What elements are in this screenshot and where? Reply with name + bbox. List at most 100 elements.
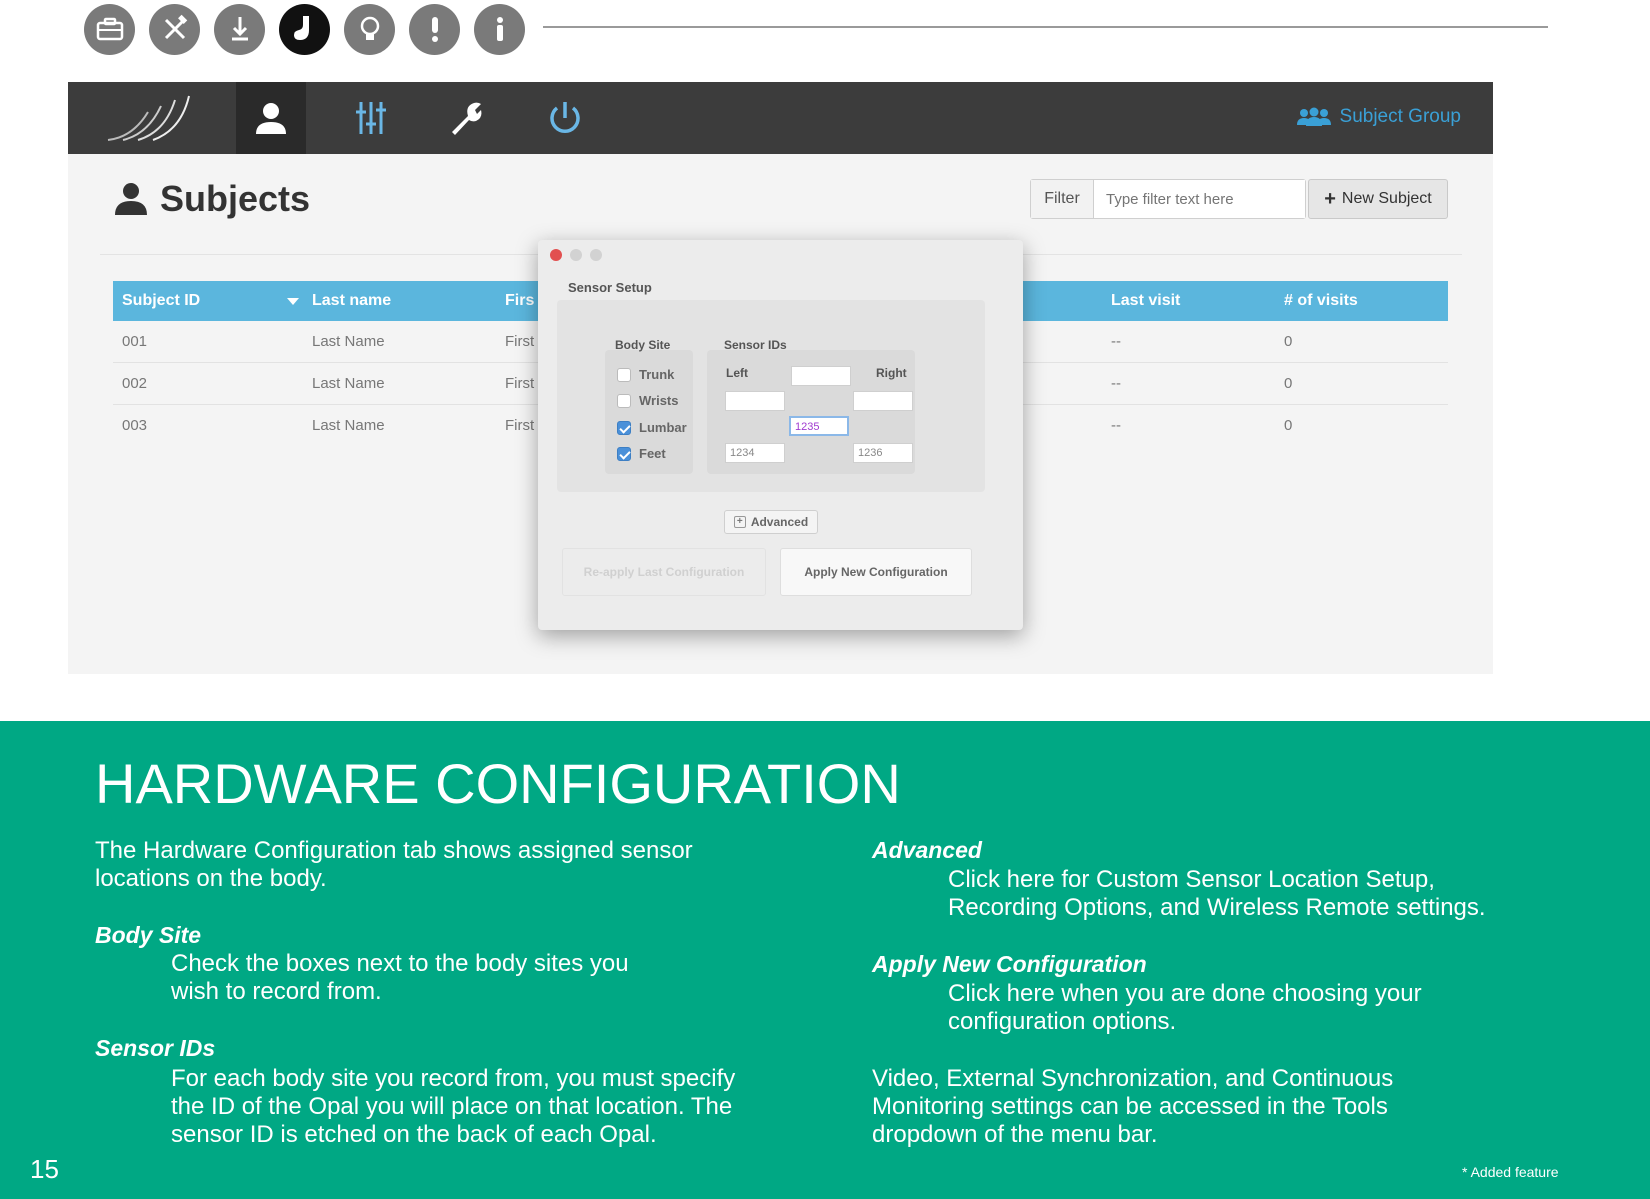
body-site-heading: Body Site (95, 922, 202, 948)
cell-visits: 0 (1284, 375, 1293, 392)
warning-icon (409, 3, 460, 55)
body-site-feet[interactable]: Feet (617, 446, 666, 461)
header-visits[interactable]: # of visits (1284, 292, 1358, 310)
sensor-id-right-wrist[interactable] (853, 391, 913, 411)
section-title: HARDWARE CONFIGURATION (95, 752, 901, 815)
download-icon (214, 3, 265, 55)
sensor-id-left-wrist[interactable] (725, 391, 785, 411)
sensor-ids-line-1: For each body site you record from, you … (171, 1065, 736, 1092)
checkbox[interactable] (617, 393, 631, 408)
advanced-label: Advanced (750, 515, 809, 529)
zoom-window-button[interactable] (590, 249, 602, 261)
sensor-id-trunk[interactable] (791, 366, 851, 386)
power-icon (550, 102, 580, 133)
checkbox-label: Lumbar (639, 420, 687, 435)
new-subject-button[interactable]: + New Subject (1308, 179, 1448, 219)
intro-line-1: The Hardware Configuration tab shows ass… (95, 837, 693, 864)
strip-divider (543, 26, 1548, 28)
advanced-heading: Advanced (872, 837, 982, 863)
wrench-icon (452, 102, 482, 135)
page-title: Subjects (112, 178, 310, 220)
app-screenshot: Subject Group Subjects Filter + New Subj… (68, 82, 1493, 674)
cell-last-visit: -- (1111, 333, 1121, 350)
info-icon (474, 3, 525, 55)
sock-icon (279, 3, 330, 55)
right-column-label: Right (876, 366, 907, 380)
apply-line-1: Click here when you are done choosing yo… (948, 980, 1422, 1007)
dialog-title: Sensor Setup (568, 280, 652, 295)
nav-hardware-configuration[interactable] (336, 82, 406, 154)
apply-line-2: configuration options. (948, 1008, 1177, 1035)
cell-visits: 0 (1284, 417, 1293, 434)
filter-label: Filter (1031, 180, 1094, 218)
cell-first-name: First (505, 333, 535, 350)
header-first-name[interactable]: Firs (505, 292, 534, 310)
checkbox[interactable] (617, 446, 631, 461)
cell-first-name: First (505, 375, 535, 392)
advanced-line-1: Click here for Custom Sensor Location Se… (948, 866, 1435, 893)
checkbox-label: Wrists (639, 393, 679, 408)
footnote: * Added feature (1462, 1164, 1559, 1180)
cell-subject-id: 002 (122, 375, 148, 392)
cell-last-visit: -- (1111, 375, 1121, 392)
advanced-button[interactable]: + Advanced (724, 510, 818, 534)
cell-subject-id: 001 (122, 333, 148, 350)
lightbulb-icon (344, 3, 395, 55)
plus-icon: + (733, 516, 746, 528)
app-nav-bar: Subject Group (68, 82, 1493, 154)
sort-caret-icon[interactable] (287, 298, 299, 305)
sensor-id-lumbar[interactable]: 1235 (789, 416, 849, 436)
sensor-ids-line-3: sensor ID is etched on the back of each … (171, 1121, 657, 1148)
sensor-id-left-foot[interactable]: 1234 (725, 443, 785, 463)
nav-subjects[interactable] (236, 82, 306, 154)
body-site-wrists[interactable]: Wrists (617, 393, 679, 408)
sensor-setup-dialog: Sensor Setup Body Site Trunk Wrists Lumb… (538, 240, 1023, 630)
body-site-line-2: wish to record from. (171, 978, 382, 1005)
apply-heading: Apply New Configuration (872, 951, 1147, 977)
body-site-lumbar[interactable]: Lumbar (617, 420, 687, 435)
sensor-ids-heading: Sensor IDs (95, 1035, 216, 1061)
header-last-visit[interactable]: Last visit (1111, 292, 1180, 310)
checkbox[interactable] (617, 367, 631, 382)
subject-group-link[interactable]: Subject Group (1296, 106, 1461, 128)
cell-last-name: Last Name (312, 375, 385, 392)
video-line-3: dropdown of the menu bar. (872, 1121, 1158, 1148)
sliders-icon (356, 102, 386, 134)
apply-new-configuration-button[interactable]: Apply New Configuration (780, 548, 972, 596)
header-last-name[interactable]: Last name (312, 292, 391, 310)
sensor-ids-label: Sensor IDs (724, 338, 787, 352)
app-logo-icon (107, 95, 190, 141)
group-icon (1296, 107, 1331, 126)
briefcase-icon (84, 3, 135, 55)
close-window-button[interactable] (550, 249, 562, 261)
new-subject-label: New Subject (1341, 190, 1432, 207)
hardware-configuration-section: HARDWARE CONFIGURATION The Hardware Conf… (0, 721, 1650, 1199)
body-site-trunk[interactable]: Trunk (617, 367, 674, 382)
left-column-label: Left (726, 366, 748, 380)
cell-subject-id: 003 (122, 417, 148, 434)
cell-last-visit: -- (1111, 417, 1121, 434)
header-subject-id[interactable]: Subject ID (122, 292, 200, 310)
nav-power[interactable] (530, 82, 600, 154)
cell-last-name: Last Name (312, 417, 385, 434)
reapply-last-configuration-button[interactable]: Re-apply Last Configuration (562, 548, 766, 596)
minimize-window-button[interactable] (570, 249, 582, 261)
subject-group-label: Subject Group (1339, 106, 1461, 127)
sensor-id-right-foot[interactable]: 1236 (853, 443, 913, 463)
page-title-text: Subjects (160, 178, 311, 219)
filter-box: Filter (1030, 179, 1306, 219)
body-site-line-1: Check the boxes next to the body sites y… (171, 950, 629, 977)
advanced-line-2: Recording Options, and Wireless Remote s… (948, 894, 1486, 921)
video-line-2: Monitoring settings can be accessed in t… (872, 1093, 1388, 1120)
nav-tools[interactable] (431, 82, 501, 154)
filter-input[interactable] (1094, 180, 1305, 218)
plus-icon: + (1324, 187, 1336, 210)
checkbox-label: Feet (639, 446, 666, 461)
cell-last-name: Last Name (312, 333, 385, 350)
checkbox-label: Trunk (639, 367, 675, 382)
intro-line-2: locations on the body. (95, 865, 327, 892)
body-site-label: Body Site (615, 338, 671, 352)
sensor-config-panel: Body Site Trunk Wrists Lumbar Feet Senso… (557, 300, 985, 492)
page-number: 15 (30, 1154, 59, 1184)
checkbox[interactable] (617, 420, 631, 435)
